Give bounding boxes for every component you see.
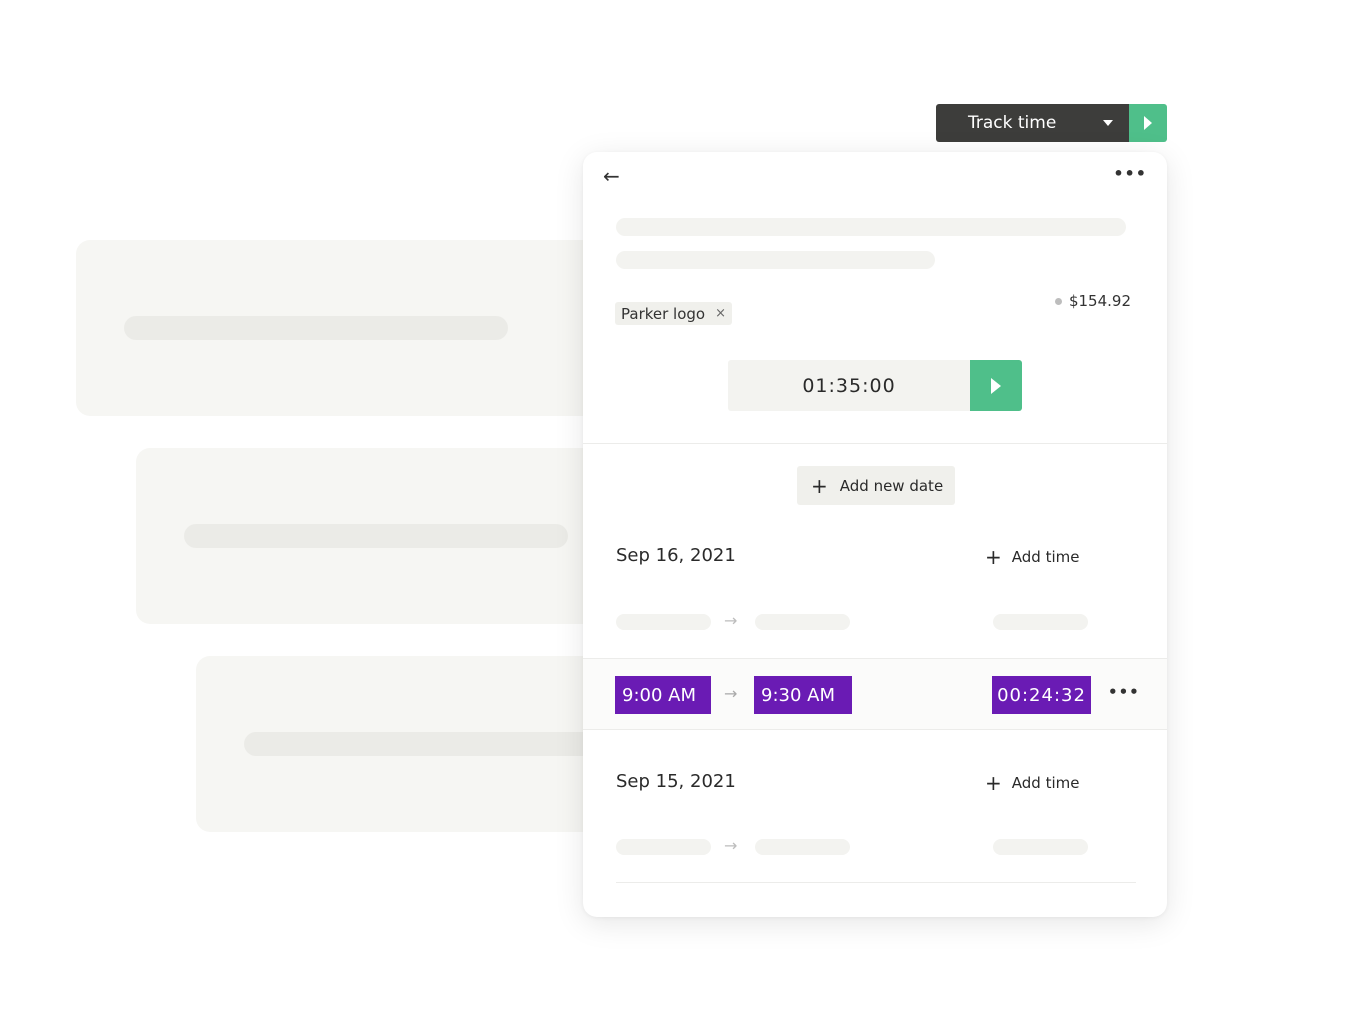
background-card (196, 656, 636, 832)
placeholder-bar (184, 524, 568, 548)
background-card (136, 448, 636, 624)
plus-icon: + (985, 545, 1002, 569)
play-icon (991, 377, 1001, 394)
caret-down-icon[interactable] (1103, 120, 1113, 126)
add-new-date-label: Add new date (839, 476, 944, 495)
date-header: Sep 15, 2021 (616, 771, 736, 792)
track-time-button[interactable]: Track time (936, 104, 1129, 142)
entry-more-icon[interactable]: ••• (1108, 683, 1140, 701)
back-arrow-icon[interactable]: ← (603, 166, 620, 186)
time-placeholder (616, 614, 711, 630)
amount-display: $154.92 (1054, 292, 1131, 310)
time-placeholder (616, 839, 711, 855)
plus-icon: + (985, 771, 1002, 795)
time-entry-row: 9:00 AM → 9:30 AM 00:24:32 ••• (583, 658, 1167, 730)
arrow-right-icon: → (724, 836, 738, 855)
add-new-date-button[interactable]: + Add new date (797, 466, 956, 505)
add-time-label: Add time (1011, 774, 1080, 792)
track-time-control: Track time (936, 104, 1167, 142)
timer-play-button[interactable] (970, 360, 1022, 411)
time-placeholder (755, 614, 850, 630)
timer-control: 01:35:00 (728, 360, 1022, 411)
track-time-label: Track time (968, 113, 1057, 133)
amount-value: $154.92 (1068, 292, 1131, 310)
title-placeholder (616, 218, 1126, 236)
divider (583, 443, 1167, 444)
add-time-button[interactable]: + Add time (985, 547, 1079, 567)
plus-icon: + (811, 473, 828, 498)
start-time-field[interactable]: 9:00 AM (615, 676, 711, 714)
track-time-play-button[interactable] (1129, 104, 1167, 142)
add-time-button[interactable]: + Add time (985, 773, 1079, 793)
time-entry-panel: ← ••• Parker logo × $154.92 01:35:00 + A… (583, 152, 1167, 917)
duration-placeholder (993, 839, 1088, 855)
background-card (76, 240, 636, 416)
add-time-label: Add time (1011, 548, 1080, 566)
tag-label: Parker logo (621, 304, 706, 323)
time-placeholder (755, 839, 850, 855)
arrow-right-icon: → (724, 611, 738, 630)
subtitle-placeholder (616, 251, 935, 269)
divider (616, 882, 1136, 883)
end-time-field[interactable]: 9:30 AM (754, 676, 852, 714)
status-dot-icon (1054, 297, 1062, 305)
close-icon[interactable]: × (715, 306, 726, 321)
placeholder-bar (244, 732, 628, 756)
play-icon (1144, 116, 1152, 130)
duration-field[interactable]: 00:24:32 (992, 676, 1091, 714)
duration-placeholder (993, 614, 1088, 630)
date-header: Sep 16, 2021 (616, 545, 736, 566)
more-options-icon[interactable]: ••• (1113, 164, 1147, 183)
project-tag: Parker logo × (615, 302, 732, 325)
arrow-right-icon: → (724, 684, 738, 703)
timer-display[interactable]: 01:35:00 (728, 360, 970, 411)
placeholder-bar (124, 316, 508, 340)
